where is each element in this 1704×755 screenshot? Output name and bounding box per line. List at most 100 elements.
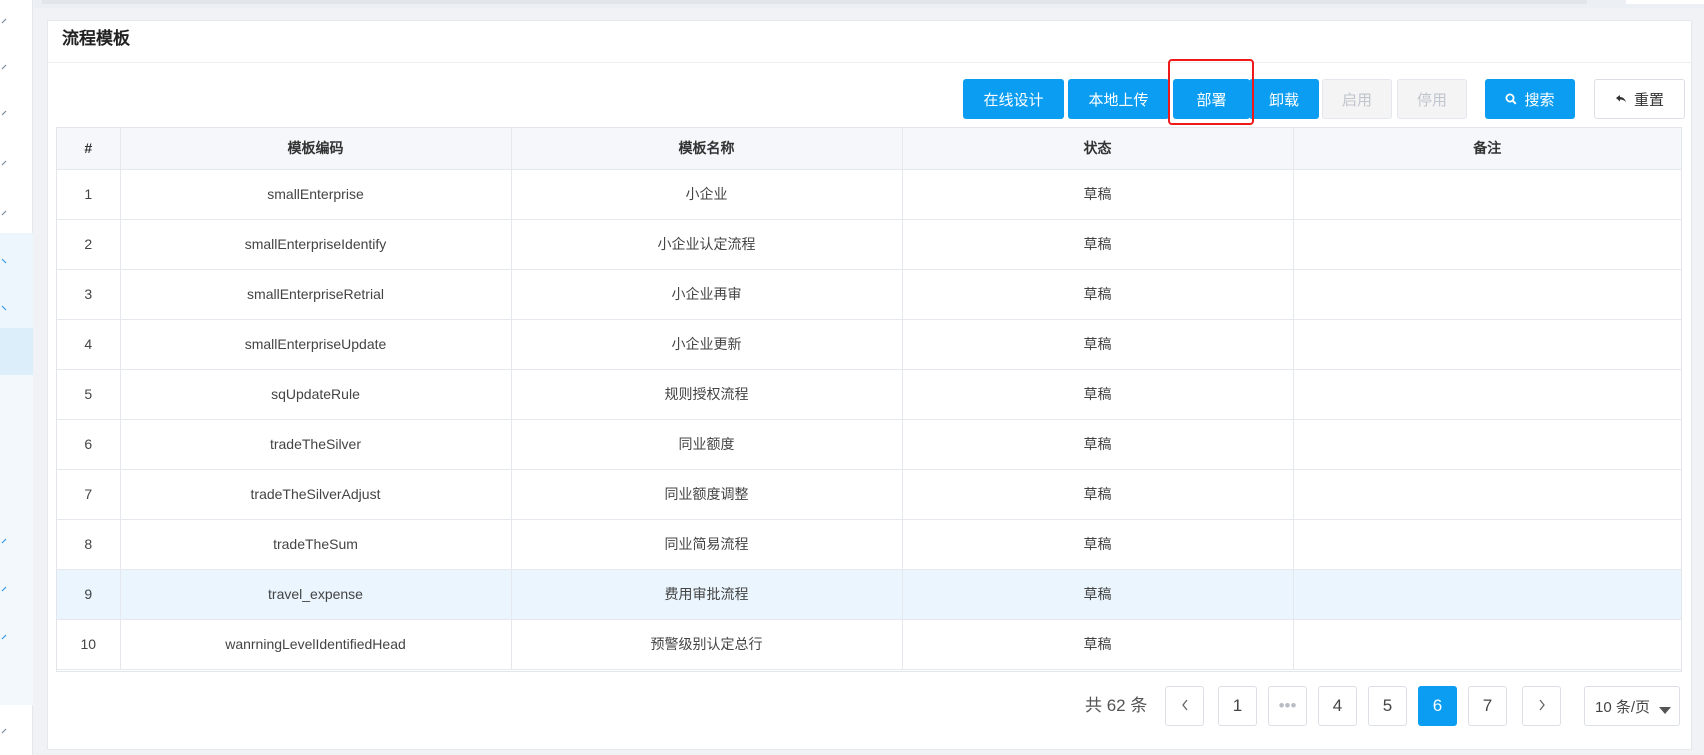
- template-status: 草稿: [902, 419, 1294, 470]
- template-remark: [1293, 419, 1681, 470]
- template-code: smallEnterpriseRetrial: [120, 269, 512, 320]
- reset-button-label: 重置: [1633, 91, 1664, 109]
- row-index: 7: [57, 469, 121, 520]
- table-header-row: # 模板编码 模板名称 状态 备注: [57, 128, 1681, 170]
- chevron-down-icon[interactable]: [1, 632, 11, 642]
- chevron-down-icon[interactable]: [1, 108, 11, 118]
- sidebar: [0, 0, 33, 755]
- row-index: 9: [57, 569, 121, 620]
- template-code: wanrningLevelIdentifiedHead: [120, 619, 512, 670]
- template-name: 小企业: [511, 169, 903, 220]
- process-template-panel: 流程模板 在线设计 本地上传 部署 卸载 启用 停用 搜索 重置 # 模板编码 …: [47, 20, 1692, 750]
- template-code: travel_expense: [120, 569, 512, 620]
- reset-button[interactable]: 重置: [1594, 79, 1685, 119]
- page-button[interactable]: 4: [1318, 686, 1357, 726]
- caret-down-icon: [1659, 702, 1671, 719]
- column-header-name[interactable]: 模板名称: [511, 128, 903, 170]
- online-design-button[interactable]: 在线设计: [963, 79, 1064, 119]
- table-row[interactable]: 2 smallEnterpriseIdentify 小企业认定流程 草稿: [57, 219, 1681, 270]
- template-name: 规则授权流程: [511, 369, 903, 420]
- page-ellipsis-button[interactable]: •••: [1268, 686, 1307, 726]
- template-code: tradeTheSilverAdjust: [120, 469, 512, 520]
- template-remark: [1293, 519, 1681, 570]
- toolbar: 在线设计 本地上传 部署 卸载 启用 停用 搜索 重置: [48, 59, 1691, 125]
- row-index: 10: [57, 619, 121, 670]
- chevron-down-icon[interactable]: [1, 536, 11, 546]
- chevron-down-icon[interactable]: [1, 16, 11, 26]
- template-name: 小企业更新: [511, 319, 903, 370]
- chevron-down-icon[interactable]: [1, 208, 11, 218]
- chevron-up-icon[interactable]: [1, 256, 11, 266]
- template-name: 同业额度调整: [511, 469, 903, 520]
- template-remark: [1293, 219, 1681, 270]
- template-status: 草稿: [902, 569, 1294, 620]
- pagination-total: 共 62 条: [1085, 696, 1148, 715]
- column-header-remark[interactable]: 备注: [1293, 128, 1681, 170]
- prev-page-button[interactable]: [1165, 686, 1204, 726]
- template-remark: [1293, 369, 1681, 420]
- row-index: 6: [57, 419, 121, 470]
- column-header-code[interactable]: 模板编码: [120, 128, 512, 170]
- row-index: 8: [57, 519, 121, 570]
- uninstall-button[interactable]: 卸载: [1249, 79, 1319, 119]
- header-bar-right: [1626, 0, 1704, 4]
- chevron-left-icon: [1181, 696, 1189, 716]
- template-status: 草稿: [902, 619, 1294, 670]
- pagination: 共 62 条 1 ••• 4 5 6 7 10 条/页: [48, 686, 1691, 726]
- chevron-down-icon[interactable]: [1, 62, 11, 72]
- template-name: 同业简易流程: [511, 519, 903, 570]
- template-status: 草稿: [902, 169, 1294, 220]
- chevron-down-icon[interactable]: [1, 158, 11, 168]
- template-code: smallEnterpriseUpdate: [120, 319, 512, 370]
- template-remark: [1293, 469, 1681, 520]
- local-upload-button[interactable]: 本地上传: [1068, 79, 1169, 119]
- table-row[interactable]: 4 smallEnterpriseUpdate 小企业更新 草稿: [57, 319, 1681, 370]
- template-status: 草稿: [902, 519, 1294, 570]
- page-size-select[interactable]: 10 条/页: [1584, 686, 1680, 726]
- row-index: 3: [57, 269, 121, 320]
- table-row[interactable]: 8 tradeTheSum 同业简易流程 草稿: [57, 519, 1681, 570]
- template-code: smallEnterpriseIdentify: [120, 219, 512, 270]
- row-index: 4: [57, 319, 121, 370]
- template-status: 草稿: [902, 219, 1294, 270]
- chevron-up-icon[interactable]: [1, 303, 11, 313]
- deploy-button[interactable]: 部署: [1173, 79, 1250, 119]
- template-name: 费用审批流程: [511, 569, 903, 620]
- column-header-index[interactable]: #: [57, 128, 121, 170]
- table-row[interactable]: 5 sqUpdateRule 规则授权流程 草稿: [57, 369, 1681, 420]
- template-code: smallEnterprise: [120, 169, 512, 220]
- template-status: 草稿: [902, 319, 1294, 370]
- chevron-right-icon: [1538, 696, 1546, 716]
- table-row[interactable]: 7 tradeTheSilverAdjust 同业额度调整 草稿: [57, 469, 1681, 520]
- enable-button[interactable]: 启用: [1322, 79, 1392, 119]
- template-name: 小企业再审: [511, 269, 903, 320]
- template-remark: [1293, 619, 1681, 670]
- template-remark: [1293, 269, 1681, 320]
- row-index: 1: [57, 169, 121, 220]
- chevron-down-icon[interactable]: [1, 584, 11, 594]
- template-name: 预警级别认定总行: [511, 619, 903, 670]
- table-row[interactable]: 3 smallEnterpriseRetrial 小企业再审 草稿: [57, 269, 1681, 320]
- disable-button[interactable]: 停用: [1397, 79, 1467, 119]
- template-name: 小企业认定流程: [511, 219, 903, 270]
- table-row[interactable]: 1 smallEnterprise 小企业 草稿: [57, 169, 1681, 220]
- template-code: tradeTheSilver: [120, 419, 512, 470]
- page-button[interactable]: 5: [1368, 686, 1407, 726]
- template-remark: [1293, 319, 1681, 370]
- chevron-down-icon[interactable]: [1, 726, 11, 736]
- next-page-button[interactable]: [1522, 686, 1561, 726]
- row-index: 5: [57, 369, 121, 420]
- template-code: sqUpdateRule: [120, 369, 512, 420]
- page-button-current[interactable]: 6: [1418, 686, 1457, 726]
- table-row[interactable]: 10 wanrningLevelIdentifiedHead 预警级别认定总行 …: [57, 619, 1681, 670]
- table-row[interactable]: 6 tradeTheSilver 同业额度 草稿: [57, 419, 1681, 470]
- template-name: 同业额度: [511, 419, 903, 470]
- search-button[interactable]: 搜索: [1485, 79, 1575, 119]
- page-button[interactable]: 7: [1468, 686, 1507, 726]
- page-button[interactable]: 1: [1218, 686, 1257, 726]
- top-header-strip: [34, 0, 1704, 8]
- sidebar-item-active[interactable]: [0, 328, 33, 375]
- template-status: 草稿: [902, 269, 1294, 320]
- table-row-selected[interactable]: 9 travel_expense 费用审批流程 草稿: [57, 569, 1681, 620]
- column-header-status[interactable]: 状态: [902, 128, 1294, 170]
